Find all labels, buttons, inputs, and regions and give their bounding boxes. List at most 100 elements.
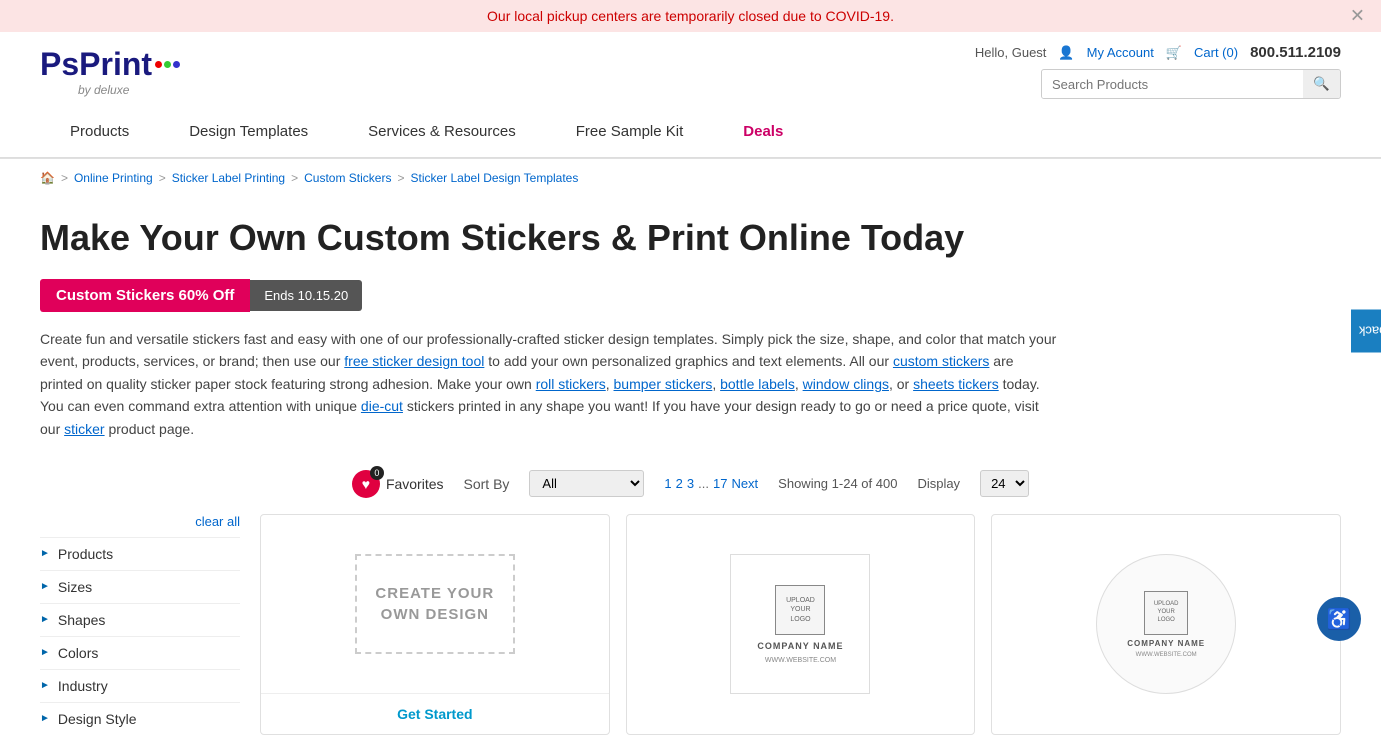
- header: Ps Print by deluxe Hello, Guest 👤 My Acc…: [0, 32, 1381, 158]
- product-grid: CREATE YOUR OWN DESIGN Get Started UPLOA…: [260, 514, 1341, 735]
- logo-subtext: by deluxe: [78, 83, 129, 97]
- sidebar-item-industry-label: Industry: [58, 678, 108, 694]
- accessibility-button[interactable]: ♿: [1317, 597, 1361, 641]
- greeting-text: Hello, Guest: [975, 45, 1047, 60]
- logo[interactable]: Ps Print by deluxe: [40, 46, 180, 97]
- feedback-tab[interactable]: Feedback: [1351, 309, 1381, 352]
- sidebar-item-shapes[interactable]: ► Shapes: [40, 603, 240, 636]
- sidebar-item-design-style[interactable]: ► Design Style: [40, 702, 240, 735]
- nav-item-design-templates[interactable]: Design Templates: [159, 109, 338, 157]
- page-next[interactable]: Next: [731, 476, 758, 491]
- covid-close-button[interactable]: ✕: [1350, 6, 1365, 27]
- nav-item-products[interactable]: Products: [40, 109, 159, 157]
- main-content: clear all ► Products ► Sizes ► Shapes ► …: [0, 514, 1381, 735]
- sidebar-clear-button[interactable]: clear all: [40, 514, 240, 529]
- sort-by-label: Sort By: [464, 476, 510, 492]
- sidebar-item-industry[interactable]: ► Industry: [40, 669, 240, 702]
- search-bar: 🔍: [1041, 69, 1341, 99]
- covid-banner: Our local pickup centers are temporarily…: [0, 0, 1381, 32]
- logo-dots: [155, 61, 180, 68]
- accessibility-icon: ♿: [1327, 607, 1352, 632]
- display-select[interactable]: 24 48 96: [980, 470, 1029, 497]
- roll-stickers-link[interactable]: roll stickers: [536, 376, 606, 392]
- upload-logo-box: UPLOADYOURLOGO: [775, 585, 825, 635]
- breadcrumb-sticker-label[interactable]: Sticker Label Printing: [172, 171, 285, 185]
- product-card-company-square[interactable]: UPLOADYOURLOGO COMPANY NAME WWW.WEBSITE.…: [626, 514, 976, 735]
- sidebar-item-colors[interactable]: ► Colors: [40, 636, 240, 669]
- page-title-area: Make Your Own Custom Stickers & Print On…: [0, 197, 1381, 269]
- sort-by-select[interactable]: All Newest Most Popular: [529, 470, 644, 497]
- home-icon[interactable]: 🏠: [40, 171, 55, 185]
- nav-item-deals[interactable]: Deals: [713, 109, 813, 157]
- header-right: Hello, Guest 👤 My Account 🛒 Cart (0) 800…: [975, 44, 1341, 99]
- breadcrumb-online-printing[interactable]: Online Printing: [74, 171, 153, 185]
- sidebar-item-products[interactable]: ► Products: [40, 537, 240, 570]
- promo-ends: Ends 10.15.20: [250, 280, 362, 311]
- promo-banner: Custom Stickers 60% Off Ends 10.15.20: [40, 279, 1341, 312]
- search-button[interactable]: 🔍: [1303, 70, 1340, 98]
- promo-tag: Custom Stickers 60% Off: [40, 279, 250, 312]
- circle-company-name: COMPANY NAME: [1127, 639, 1205, 648]
- sidebar: clear all ► Products ► Sizes ► Shapes ► …: [40, 514, 240, 735]
- circle-upload-text: UPLOADYOURLOGO: [1154, 601, 1179, 624]
- page-1[interactable]: 1: [664, 476, 671, 491]
- upload-logo-text: UPLOADYOURLOGO: [786, 596, 815, 623]
- die-cut-link[interactable]: die-cut: [361, 398, 403, 414]
- search-input[interactable]: [1042, 71, 1303, 98]
- company-square-template: UPLOADYOURLOGO COMPANY NAME WWW.WEBSITE.…: [730, 554, 870, 694]
- page-17[interactable]: 17: [713, 476, 727, 491]
- sidebar-item-sizes-label: Sizes: [58, 579, 92, 595]
- sheets-tickers-link[interactable]: sheets tickers: [913, 376, 999, 392]
- sidebar-item-sizes[interactable]: ► Sizes: [40, 570, 240, 603]
- bumper-stickers-link[interactable]: bumper stickers: [614, 376, 713, 392]
- free-sticker-tool-link[interactable]: free sticker design tool: [344, 353, 484, 369]
- sidebar-item-shapes-label: Shapes: [58, 612, 105, 628]
- company-name-label: COMPANY NAME: [757, 641, 843, 651]
- page-2[interactable]: 2: [676, 476, 683, 491]
- display-label: Display: [917, 476, 960, 491]
- chevron-right-icon: ►: [40, 581, 50, 592]
- favorites-heart-icon: ♥ 0: [352, 470, 380, 498]
- logo-print: Print: [79, 46, 152, 83]
- my-account-link[interactable]: My Account: [1087, 45, 1154, 60]
- showing-text: Showing 1-24 of 400: [778, 476, 897, 491]
- page-3[interactable]: 3: [687, 476, 694, 491]
- logo-ps: Ps: [40, 46, 79, 83]
- breadcrumb-design-templates[interactable]: Sticker Label Design Templates: [410, 171, 578, 185]
- get-started-button[interactable]: Get Started: [261, 693, 609, 734]
- sort-bar: ♥ 0 Favorites Sort By All Newest Most Po…: [0, 460, 1381, 514]
- chevron-right-icon: ►: [40, 548, 50, 559]
- nav-item-free-sample[interactable]: Free Sample Kit: [546, 109, 714, 157]
- nav-item-services[interactable]: Services & Resources: [338, 109, 546, 157]
- create-own-text: CREATE YOUR OWN DESIGN: [357, 583, 513, 625]
- circle-company-website: WWW.WEBSITE.COM: [1136, 652, 1197, 658]
- chevron-right-icon: ►: [40, 713, 50, 724]
- chevron-right-icon: ►: [40, 614, 50, 625]
- main-nav: Products Design Templates Services & Res…: [40, 109, 1341, 157]
- bottle-labels-link[interactable]: bottle labels: [720, 376, 795, 392]
- sidebar-item-products-label: Products: [58, 546, 113, 562]
- chevron-right-icon: ►: [40, 680, 50, 691]
- sticker-link[interactable]: sticker: [64, 421, 104, 437]
- cart-icon: 🛒: [1166, 45, 1182, 61]
- sidebar-item-design-style-label: Design Style: [58, 711, 137, 727]
- breadcrumb-custom-stickers[interactable]: Custom Stickers: [304, 171, 391, 185]
- favorites-button[interactable]: ♥ 0 Favorites: [352, 470, 444, 498]
- cart-link[interactable]: Cart (0): [1194, 45, 1238, 60]
- page-ellipsis: ...: [698, 476, 709, 491]
- sidebar-item-colors-label: Colors: [58, 645, 98, 661]
- phone-number: 800.511.2109: [1250, 44, 1341, 61]
- custom-stickers-link[interactable]: custom stickers: [893, 353, 989, 369]
- window-clings-link[interactable]: window clings: [803, 376, 889, 392]
- favorites-label: Favorites: [386, 476, 444, 492]
- circle-upload-logo-box: UPLOADYOURLOGO: [1144, 591, 1188, 635]
- description: Create fun and versatile stickers fast a…: [0, 328, 1100, 460]
- covid-banner-text: Our local pickup centers are temporarily…: [487, 8, 894, 24]
- pagination: 1 2 3 ... 17 Next: [664, 476, 758, 491]
- company-circle-template: UPLOADYOURLOGO COMPANY NAME WWW.WEBSITE.…: [1096, 554, 1236, 694]
- product-card-company-circle[interactable]: UPLOADYOURLOGO COMPANY NAME WWW.WEBSITE.…: [991, 514, 1341, 735]
- company-website-label: WWW.WEBSITE.COM: [765, 657, 836, 664]
- chevron-right-icon: ►: [40, 647, 50, 658]
- page-title: Make Your Own Custom Stickers & Print On…: [40, 217, 1341, 259]
- product-card-create-own[interactable]: CREATE YOUR OWN DESIGN Get Started: [260, 514, 610, 735]
